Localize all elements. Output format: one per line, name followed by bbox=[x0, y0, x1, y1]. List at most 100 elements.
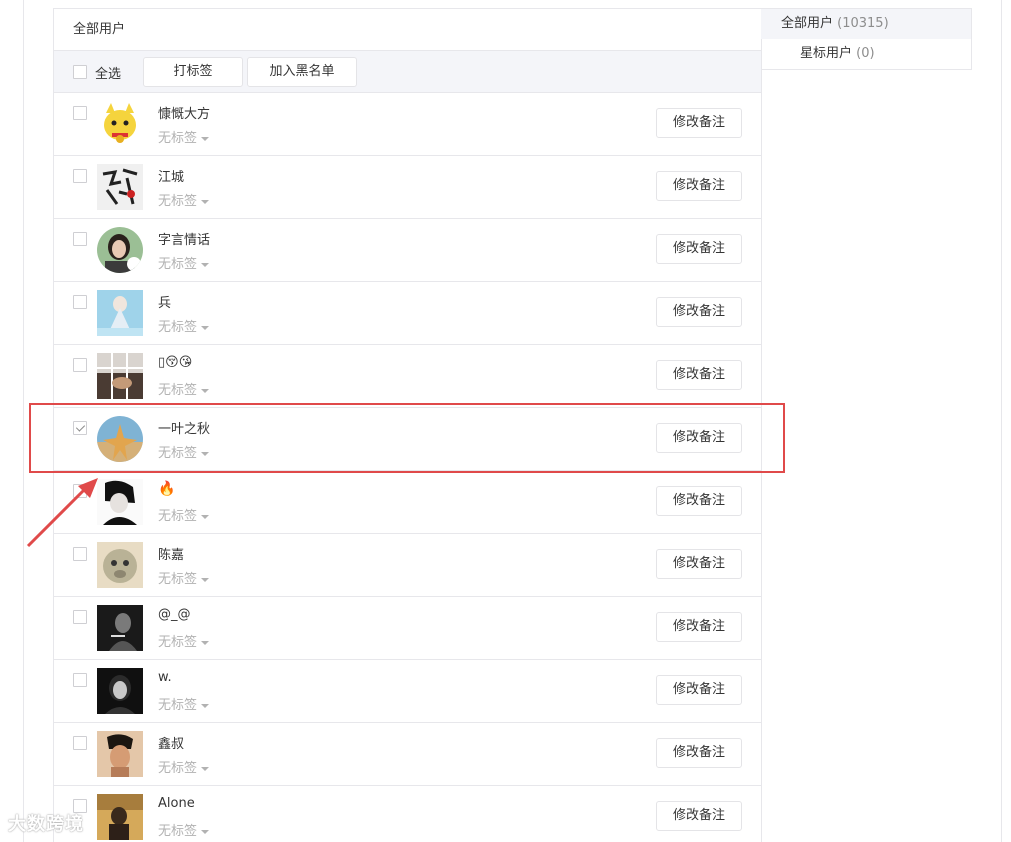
user-row: w. 无标签 修改备注 bbox=[54, 660, 761, 723]
user-name[interactable]: 🔥 bbox=[158, 481, 175, 497]
sidebar-item-count: (0) bbox=[856, 46, 875, 61]
right-border bbox=[1001, 0, 1002, 842]
user-tag-label: 无标签 bbox=[158, 194, 198, 209]
edit-remark-button[interactable]: 修改备注 bbox=[656, 612, 742, 642]
caret-down-icon bbox=[201, 514, 210, 519]
toolbar: 全选 打标签 加入黑名单 bbox=[54, 51, 761, 93]
user-name[interactable]: 字言情话 bbox=[158, 229, 210, 248]
user-row: Alone 无标签 修改备注 bbox=[54, 786, 761, 842]
sidebar-item-label: 星标用户 bbox=[800, 46, 853, 61]
user-tag-dropdown[interactable]: 无标签 bbox=[158, 316, 210, 335]
caret-down-icon bbox=[201, 136, 210, 141]
user-row: 鑫叔 无标签 修改备注 bbox=[54, 723, 761, 786]
avatar[interactable] bbox=[97, 227, 143, 273]
row-checkbox[interactable] bbox=[73, 106, 87, 120]
edit-remark-button[interactable]: 修改备注 bbox=[656, 171, 742, 201]
caret-down-icon bbox=[201, 829, 210, 834]
user-tag-dropdown[interactable]: 无标签 bbox=[158, 127, 210, 146]
caret-down-icon bbox=[201, 325, 210, 330]
user-tag-label: 无标签 bbox=[158, 572, 198, 587]
sidebar-item-all-users[interactable]: 全部用户 (10315) bbox=[761, 9, 971, 39]
user-group-sidebar: 全部用户 (10315) 星标用户 (0) bbox=[761, 8, 972, 70]
user-row: 字言情话 无标签 修改备注 bbox=[54, 219, 761, 282]
blacklist-button[interactable]: 加入黑名单 bbox=[247, 57, 357, 87]
user-tag-dropdown[interactable]: 无标签 bbox=[158, 190, 210, 209]
user-name[interactable]: @_@ bbox=[158, 607, 191, 622]
edit-remark-button[interactable]: 修改备注 bbox=[656, 738, 742, 768]
avatar[interactable] bbox=[97, 290, 143, 336]
sidebar-item-count: (10315) bbox=[837, 16, 889, 31]
edit-remark-button[interactable]: 修改备注 bbox=[656, 360, 742, 390]
edit-remark-button[interactable]: 修改备注 bbox=[656, 675, 742, 705]
edit-remark-button[interactable]: 修改备注 bbox=[656, 549, 742, 579]
user-tag-label: 无标签 bbox=[158, 383, 198, 398]
select-all-label[interactable]: 全选 bbox=[95, 63, 121, 82]
user-tag-label: 无标签 bbox=[158, 761, 198, 776]
edit-remark-button[interactable]: 修改备注 bbox=[656, 486, 742, 516]
page: 全部用户 全选 打标签 加入黑名单 慷慨大方 无标签 修改备注 江城 无标签 修… bbox=[0, 0, 1011, 842]
user-tag-dropdown[interactable]: 无标签 bbox=[158, 694, 210, 713]
user-tag-dropdown[interactable]: 无标签 bbox=[158, 820, 210, 839]
user-tag-label: 无标签 bbox=[158, 131, 198, 146]
avatar[interactable] bbox=[97, 731, 143, 777]
user-tag-dropdown[interactable]: 无标签 bbox=[158, 568, 210, 587]
user-name[interactable]: ▯😚😘 bbox=[158, 355, 192, 370]
user-row: ▯😚😘 无标签 修改备注 bbox=[54, 345, 761, 408]
row-checkbox[interactable] bbox=[73, 232, 87, 246]
avatar[interactable] bbox=[97, 164, 143, 210]
user-name[interactable]: w. bbox=[158, 670, 172, 685]
row-checkbox[interactable] bbox=[73, 736, 87, 750]
caret-down-icon bbox=[201, 199, 210, 204]
caret-down-icon bbox=[201, 766, 210, 771]
user-tag-dropdown[interactable]: 无标签 bbox=[158, 631, 210, 650]
avatar[interactable] bbox=[97, 668, 143, 714]
user-name[interactable]: 江城 bbox=[158, 166, 184, 185]
annotation-highlight-box bbox=[29, 403, 785, 473]
edit-remark-button[interactable]: 修改备注 bbox=[656, 297, 742, 327]
user-name[interactable]: Alone bbox=[158, 796, 195, 811]
avatar[interactable] bbox=[97, 101, 143, 147]
panel-title: 全部用户 bbox=[54, 9, 761, 51]
user-name[interactable]: 鑫叔 bbox=[158, 733, 184, 752]
row-checkbox[interactable] bbox=[73, 673, 87, 687]
user-tag-label: 无标签 bbox=[158, 698, 198, 713]
row-checkbox[interactable] bbox=[73, 610, 87, 624]
user-row: 🔥 无标签 修改备注 bbox=[54, 471, 761, 534]
user-tag-dropdown[interactable]: 无标签 bbox=[158, 253, 210, 272]
caret-down-icon bbox=[201, 262, 210, 267]
left-border bbox=[23, 0, 24, 842]
row-checkbox[interactable] bbox=[73, 169, 87, 183]
watermark: 大数跨境 bbox=[8, 814, 84, 835]
caret-down-icon bbox=[201, 703, 210, 708]
caret-down-icon bbox=[201, 640, 210, 645]
user-tag-dropdown[interactable]: 无标签 bbox=[158, 757, 210, 776]
sidebar-item-star-users[interactable]: 星标用户 (0) bbox=[761, 39, 971, 69]
user-row: 江城 无标签 修改备注 bbox=[54, 156, 761, 219]
edit-remark-button[interactable]: 修改备注 bbox=[656, 801, 742, 831]
row-checkbox[interactable] bbox=[73, 358, 87, 372]
user-tag-dropdown[interactable]: 无标签 bbox=[158, 505, 210, 524]
caret-down-icon bbox=[201, 388, 210, 393]
user-tag-label: 无标签 bbox=[158, 320, 198, 335]
select-all-checkbox[interactable] bbox=[73, 65, 87, 79]
tag-button[interactable]: 打标签 bbox=[143, 57, 243, 87]
user-row: 陈嘉 无标签 修改备注 bbox=[54, 534, 761, 597]
avatar[interactable] bbox=[97, 353, 143, 399]
edit-remark-button[interactable]: 修改备注 bbox=[656, 108, 742, 138]
user-row: 慷慨大方 无标签 修改备注 bbox=[54, 93, 761, 156]
avatar[interactable] bbox=[97, 605, 143, 651]
row-checkbox[interactable] bbox=[73, 295, 87, 309]
user-tag-dropdown[interactable]: 无标签 bbox=[158, 379, 210, 398]
user-row: @_@ 无标签 修改备注 bbox=[54, 597, 761, 660]
user-name[interactable]: 慷慨大方 bbox=[158, 103, 210, 122]
avatar[interactable] bbox=[97, 794, 143, 840]
caret-down-icon bbox=[201, 577, 210, 582]
annotation-arrow-icon bbox=[26, 478, 98, 548]
user-row: 兵 无标签 修改备注 bbox=[54, 282, 761, 345]
user-tag-label: 无标签 bbox=[158, 824, 198, 839]
user-name[interactable]: 陈嘉 bbox=[158, 544, 184, 563]
edit-remark-button[interactable]: 修改备注 bbox=[656, 234, 742, 264]
user-tag-label: 无标签 bbox=[158, 509, 198, 524]
user-name[interactable]: 兵 bbox=[158, 292, 171, 311]
user-tag-label: 无标签 bbox=[158, 257, 198, 272]
